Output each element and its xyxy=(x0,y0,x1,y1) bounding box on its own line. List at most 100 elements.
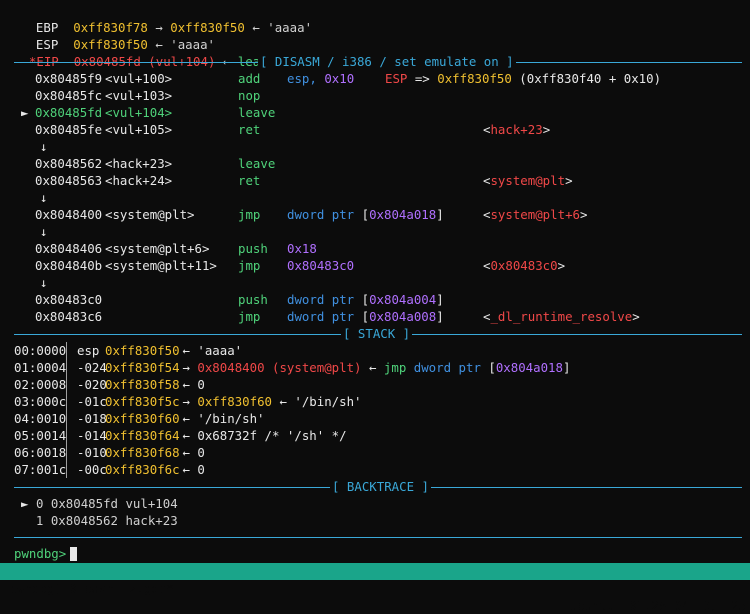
value-part: ← xyxy=(361,360,384,375)
instruction-mnemonic: jmp xyxy=(238,207,261,222)
comment-part: 0x80483c0 xyxy=(490,258,558,273)
comment-part: => xyxy=(407,71,438,86)
stack-value: ← 0 xyxy=(175,444,205,461)
instruction-mnemonic: push xyxy=(238,292,268,307)
value-part: ← '/bin/sh' xyxy=(272,394,362,409)
operand-part: 0x804a004 xyxy=(369,292,437,307)
instruction-symbol: <vul+103> xyxy=(105,88,173,103)
value-part: 0xff830f60 xyxy=(197,394,272,409)
value-part: dword ptr xyxy=(413,360,481,375)
instruction-mnemonic: push xyxy=(238,241,268,256)
instruction-comment: <system@plt> xyxy=(483,172,573,189)
disasm-row: 0x8048562 <hack+23> leave xyxy=(0,155,750,172)
comment-part: system@plt xyxy=(490,173,566,188)
disasm-row: 0x80485f9 <vul+100> add esp, 0x10 ESP => 0xf… xyxy=(0,70,750,87)
stack-index: 03:000c xyxy=(14,394,67,409)
text-cursor xyxy=(70,547,77,561)
stack-offset: -014 xyxy=(77,428,107,443)
stack-offset: esp xyxy=(77,343,100,358)
bottom-divider xyxy=(14,537,742,538)
value-part: ← 0x68732f /* '/sh' */ xyxy=(175,428,347,443)
value-part: jmp xyxy=(383,360,407,375)
disasm-row: 0x80483c6 jmp dword ptr [0x804a008] <_dl_ru… xyxy=(0,308,750,325)
operand-part: 0x80483c0 xyxy=(287,258,355,273)
stack-index: 00:0000 xyxy=(14,343,67,358)
operand-part: ] xyxy=(436,309,444,324)
instruction-symbol: <vul+104> xyxy=(105,105,173,120)
instruction-address: 0x80485fd xyxy=(35,105,103,120)
stack-address: 0xff830f50 xyxy=(105,343,180,358)
instruction-mnemonic: leave xyxy=(238,105,276,120)
instruction-address: 0x80483c0 xyxy=(35,292,103,307)
value-part: ← 0 xyxy=(175,377,205,392)
comment-part: > xyxy=(580,207,588,222)
gdb-prompt[interactable]: pwndbg> xyxy=(14,545,66,562)
register-ebp: EBP 0xff830f78 → 0xff830f50 ← 'aaaa' xyxy=(35,20,313,35)
backtrace-row: ► 0 0x80485fd vul+104 xyxy=(21,496,178,511)
instruction-symbol: <vul+105> xyxy=(105,122,173,137)
value-part: ← 'aaaa' xyxy=(175,343,243,358)
register-eip: *EIP 0x80485fd (vul+104) ← leave xyxy=(28,54,276,69)
instruction-address: 0x8048406 xyxy=(35,241,103,256)
instruction-address: 0x80485f9 xyxy=(35,71,103,86)
operand-part: [ xyxy=(361,292,370,307)
instruction-address: 0x80483c6 xyxy=(35,309,103,324)
instruction-mnemonic: leave xyxy=(238,156,276,171)
disasm-row: 0x80483c0 push dword ptr [0x804a004] xyxy=(0,291,750,308)
stack-row: 04:0010 -018 0xff830f60 ← '/bin/sh' xyxy=(0,410,750,427)
stack-value: ← 'aaaa' xyxy=(175,342,242,359)
disasm-header: [ DISASM / i386 / set emulate on ] xyxy=(258,53,516,70)
status-windows[interactable]: [pwndbg] 0:bash- 2:gdb* xyxy=(2,580,174,597)
instruction-symbol: <system@plt+6> xyxy=(105,241,210,256)
operand-part: [ xyxy=(361,309,370,324)
instruction-address: 0x8048563 xyxy=(35,173,103,188)
instruction-mnemonic: add xyxy=(238,71,261,86)
instruction-comment: ESP => 0xff830f50 (0xff830f40 + 0x10) xyxy=(385,70,661,87)
instruction-symbol: <hack+23> xyxy=(105,156,173,171)
stack-offset: -020 xyxy=(77,377,107,392)
instruction-address: 0x8048562 xyxy=(35,156,103,171)
instruction-comment: <system@plt+6> xyxy=(483,206,587,223)
operand-part: dword ptr xyxy=(287,309,362,324)
disasm-row: 0x8048563 <hack+24> ret <system@plt> xyxy=(0,172,750,189)
stack-offset: -010 xyxy=(77,445,107,460)
operand-part: 0x10 xyxy=(324,71,355,86)
stack-index: 02:0008 xyxy=(14,377,67,392)
stack-address: 0xff830f54 xyxy=(105,360,180,375)
value-part: ← 0 xyxy=(175,445,205,460)
value-part: ← '/bin/sh' xyxy=(175,411,265,426)
backtrace-header: [ BACKTRACE ] xyxy=(330,478,431,495)
stack-value: ← '/bin/sh' xyxy=(175,410,265,427)
stack-row: 00:0000 esp 0xff830f50 ← 'aaaa' xyxy=(0,342,750,359)
value-part: ] xyxy=(562,360,571,375)
value-part xyxy=(406,360,413,375)
stack-offset: -00c xyxy=(77,462,107,477)
flow-arrow: ↓ xyxy=(0,274,750,291)
comment-part: hack+23 xyxy=(490,122,543,137)
instruction-address: 0x80485fc xyxy=(35,88,103,103)
instruction-operands: esp, 0x10 xyxy=(287,70,354,87)
down-arrow-icon: ↓ xyxy=(40,224,48,239)
operand-part: esp, xyxy=(287,71,325,86)
comment-part: system@plt+6 xyxy=(490,207,580,222)
register-esp: ESP 0xff830f50 ← 'aaaa' xyxy=(35,37,216,52)
instruction-operands: 0x80483c0 xyxy=(287,257,354,274)
instruction-comment: <hack+23> xyxy=(483,121,550,138)
value-part: 0x804a018 xyxy=(495,360,563,375)
comment-part: (0xff830f40 + 0x10) xyxy=(511,71,662,86)
operand-part: 0x804a018 xyxy=(369,207,437,222)
instruction-operands: dword ptr [0x804a004] xyxy=(287,291,444,308)
flow-arrow: ↓ xyxy=(0,138,750,155)
comment-part: > xyxy=(565,173,573,188)
instruction-address: 0x80485fe xyxy=(35,122,103,137)
stack-offset: -01c xyxy=(77,394,107,409)
comment-part: 0xff830f50 xyxy=(437,71,512,86)
disasm-row: 0x804840b <system@plt+11> jmp 0x80483c0 <0x8… xyxy=(0,257,750,274)
operand-part: 0x804a008 xyxy=(369,309,437,324)
disasm-row-current: ► 0x80485fd <vul+104> leave xyxy=(0,104,750,121)
stack-index: 06:0018 xyxy=(14,445,67,460)
down-arrow-icon: ↓ xyxy=(40,190,48,205)
operand-part: dword ptr xyxy=(287,207,362,222)
instruction-symbol: <hack+24> xyxy=(105,173,173,188)
instruction-address: 0x8048400 xyxy=(35,207,103,222)
